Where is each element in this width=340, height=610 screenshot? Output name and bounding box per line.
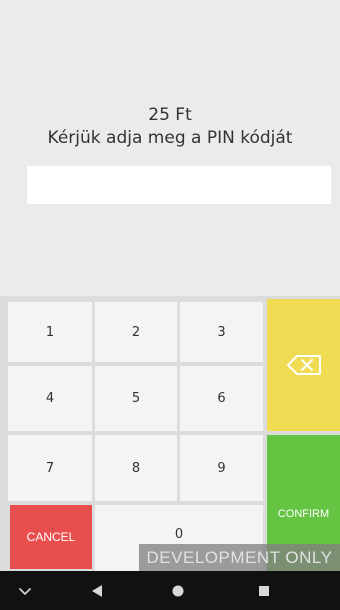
recents-square-icon: [259, 585, 269, 596]
amount-label: 25 Ft: [148, 105, 192, 125]
android-navigation-bar: [0, 571, 340, 610]
payment-panel: [0, 0, 340, 296]
key-2[interactable]: 2: [95, 302, 177, 362]
key-7[interactable]: 7: [8, 435, 92, 501]
pin-prompt: Kérjük adja meg a PIN kódját: [47, 128, 293, 148]
key-6[interactable]: 6: [180, 366, 263, 431]
key-9[interactable]: 9: [180, 435, 263, 501]
pin-input[interactable]: [27, 166, 331, 204]
nav-hide-keyboard-button[interactable]: [5, 571, 45, 610]
home-circle-icon: [172, 585, 184, 596]
nav-back-button[interactable]: [77, 571, 117, 610]
backspace-button[interactable]: [267, 299, 340, 431]
key-5[interactable]: 5: [95, 366, 177, 431]
nav-home-button[interactable]: [158, 571, 198, 610]
key-3[interactable]: 3: [180, 302, 263, 362]
key-1[interactable]: 1: [8, 302, 92, 362]
key-4[interactable]: 4: [8, 366, 92, 431]
chevron-down-icon: [19, 587, 31, 595]
cancel-button[interactable]: CANCEL: [10, 505, 92, 569]
development-only-banner: DEVELOPMENT ONLY: [139, 544, 340, 571]
nav-recents-button[interactable]: [244, 571, 284, 610]
key-8[interactable]: 8: [95, 435, 177, 501]
backspace-icon: [286, 355, 321, 375]
back-triangle-icon: [92, 584, 102, 597]
